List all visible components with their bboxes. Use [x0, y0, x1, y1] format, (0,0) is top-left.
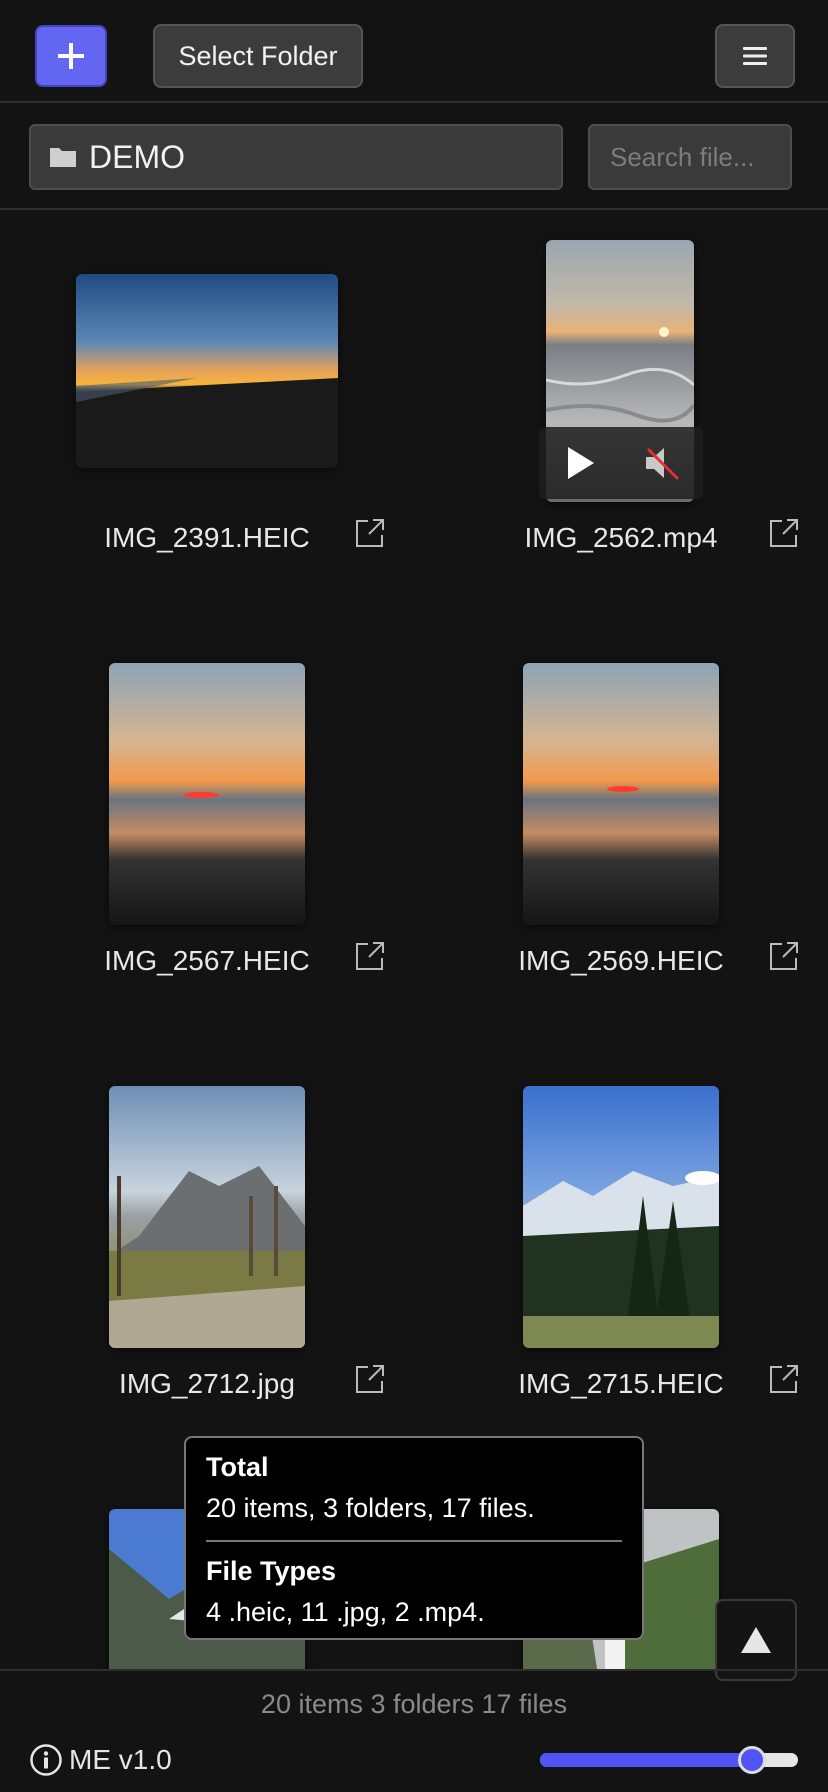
status-bar: 20 items 3 folders 17 files	[0, 1669, 828, 1737]
tooltip-types-line: 4 .heic, 11 .jpg, 2 .mp4.	[206, 1597, 485, 1627]
tooltip-divider	[206, 1540, 622, 1542]
slider-fill	[540, 1753, 752, 1767]
tooltip-files-count: 17 files	[441, 1493, 528, 1523]
open-external-icon[interactable]	[768, 940, 800, 972]
open-external-icon[interactable]	[768, 1363, 800, 1395]
thumbnail-img-2569[interactable]	[523, 663, 719, 925]
file-name[interactable]: IMG_2715.HEIC	[471, 1368, 771, 1400]
open-external-icon[interactable]	[354, 517, 386, 549]
file-name[interactable]: IMG_2391.HEIC	[57, 522, 357, 554]
version-info[interactable]: ME v1.0	[29, 1743, 172, 1777]
thumbnail-img-2567[interactable]	[109, 663, 305, 925]
tooltip-heic-count: 4 .heic	[206, 1597, 286, 1627]
open-external-icon[interactable]	[354, 1363, 386, 1395]
tooltip-types-title: File Types	[206, 1556, 337, 1586]
top-toolbar: Select Folder	[0, 0, 828, 103]
sunset-beach-photo	[109, 663, 305, 925]
zoom-slider[interactable]	[540, 1746, 798, 1774]
thumbnail-img-2715[interactable]	[523, 1086, 719, 1348]
tooltip-total-line: 20 items, 3 folders, 17 files.	[206, 1493, 535, 1523]
tooltip-items-count: 20 items	[206, 1493, 309, 1523]
summary-tooltip: Total 20 items, 3 folders, 17 files. Fil…	[184, 1436, 644, 1640]
menu-button[interactable]	[715, 24, 795, 88]
muted-speaker-icon[interactable]	[642, 443, 682, 483]
thumbnail-img-2391[interactable]	[76, 274, 338, 468]
info-icon	[30, 1744, 62, 1776]
tooltip-total-title: Total	[206, 1452, 269, 1482]
file-name[interactable]: IMG_2712.jpg	[57, 1368, 357, 1400]
sunset-beach-photo	[523, 663, 719, 925]
current-path-text: DEMO	[89, 138, 185, 175]
plus-icon	[58, 43, 84, 69]
tooltip-mp4-count: 2 .mp4	[394, 1597, 478, 1627]
arrow-up-icon	[741, 1627, 771, 1653]
play-icon[interactable]	[560, 443, 600, 483]
file-name[interactable]: IMG_2562.mp4	[471, 522, 771, 554]
file-name[interactable]: IMG_2569.HEIC	[471, 945, 771, 977]
sunset-beach-photo	[76, 274, 338, 468]
folder-icon	[50, 148, 76, 167]
current-path-field[interactable]: DEMO	[29, 124, 563, 190]
file-name[interactable]: IMG_2567.HEIC	[57, 945, 357, 977]
tooltip-jpg-count: 11 .jpg	[300, 1597, 380, 1627]
video-controls	[539, 427, 703, 499]
thumbnail-img-2712[interactable]	[109, 1086, 305, 1348]
mountain-village-photo	[109, 1086, 305, 1348]
open-external-icon[interactable]	[768, 517, 800, 549]
slider-knob[interactable]	[737, 1746, 766, 1774]
add-button[interactable]	[35, 25, 107, 87]
version-label: ME v1.0	[69, 1744, 172, 1775]
footer: ME v1.0	[0, 1737, 828, 1792]
alpine-forest-photo	[523, 1086, 719, 1348]
open-external-icon[interactable]	[354, 940, 386, 972]
hamburger-menu-icon	[743, 47, 767, 65]
tooltip-folders-count: 3 folders	[323, 1493, 427, 1523]
search-input[interactable]	[588, 124, 792, 190]
path-bar: DEMO	[0, 103, 828, 210]
select-folder-button[interactable]: Select Folder	[153, 24, 363, 88]
